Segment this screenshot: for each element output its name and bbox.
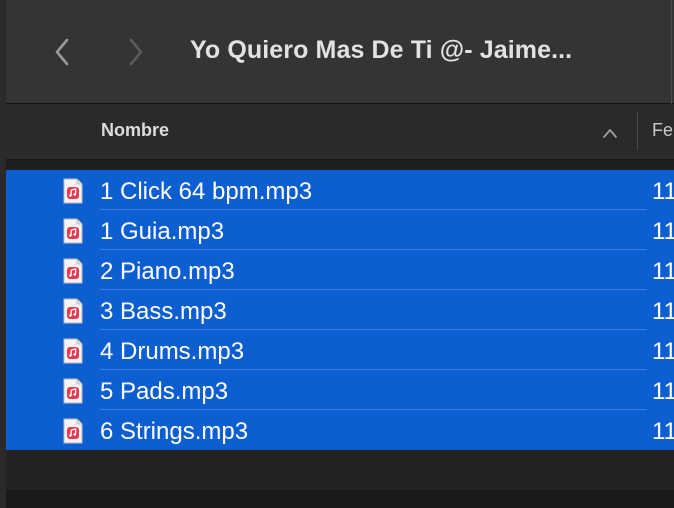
file-name: 5 Pads.mp3	[100, 378, 229, 405]
file-name: 1 Click 64 bpm.mp3	[100, 178, 313, 205]
toolbar: Yo Quiero Mas De Ti @- Jaime...	[6, 0, 674, 104]
forward-button[interactable]	[122, 34, 150, 70]
file-row[interactable]: 6 Strings.mp3 11	[6, 410, 674, 450]
file-name: 3 Bass.mp3	[100, 298, 227, 325]
audio-file-icon	[63, 258, 83, 284]
file-date: 11	[652, 418, 674, 445]
finder-window: Yo Quiero Mas De Ti @- Jaime... Nombre F…	[0, 0, 674, 508]
file-date: 11	[652, 178, 674, 205]
chevron-left-icon	[55, 38, 69, 66]
file-row[interactable]: 1 Guia.mp3 11	[6, 210, 674, 250]
column-header-name[interactable]: Nombre	[101, 120, 169, 141]
file-name: 6 Strings.mp3	[100, 418, 249, 445]
column-header: Nombre Fe	[6, 104, 674, 160]
file-date: 11	[652, 298, 674, 325]
audio-file-icon	[63, 378, 83, 404]
audio-file-icon	[63, 178, 83, 204]
file-date: 11	[652, 338, 674, 365]
column-divider[interactable]	[637, 112, 638, 150]
audio-file-icon	[63, 218, 83, 244]
window-title: Yo Quiero Mas De Ti @- Jaime...	[190, 36, 573, 64]
chevron-right-icon	[129, 38, 143, 66]
file-row[interactable]: 3 Bass.mp3 11	[6, 290, 674, 330]
audio-file-icon	[63, 298, 83, 324]
file-row[interactable]: 1 Click 64 bpm.mp3 11	[6, 170, 674, 210]
column-header-date[interactable]: Fe	[652, 120, 673, 141]
file-name: 2 Piano.mp3	[100, 258, 235, 285]
file-row[interactable]: 5 Pads.mp3 11	[6, 370, 674, 410]
file-date: 11	[652, 218, 674, 245]
file-list: 1 Click 64 bpm.mp3 11 1 Guia.mp3 11 2 Piano.…	[6, 170, 674, 450]
sort-ascending-icon[interactable]	[602, 126, 618, 140]
empty-list-stripe	[6, 490, 674, 508]
toolbar-edge	[671, 0, 672, 104]
file-name: 1 Guia.mp3	[100, 218, 225, 245]
file-row[interactable]: 2 Piano.mp3 11	[6, 250, 674, 290]
file-date: 11	[652, 378, 674, 405]
file-row[interactable]: 4 Drums.mp3 11	[6, 330, 674, 370]
file-name: 4 Drums.mp3	[100, 338, 245, 365]
file-date: 11	[652, 258, 674, 285]
audio-file-icon	[63, 418, 83, 444]
audio-file-icon	[63, 338, 83, 364]
back-button[interactable]	[48, 34, 76, 70]
